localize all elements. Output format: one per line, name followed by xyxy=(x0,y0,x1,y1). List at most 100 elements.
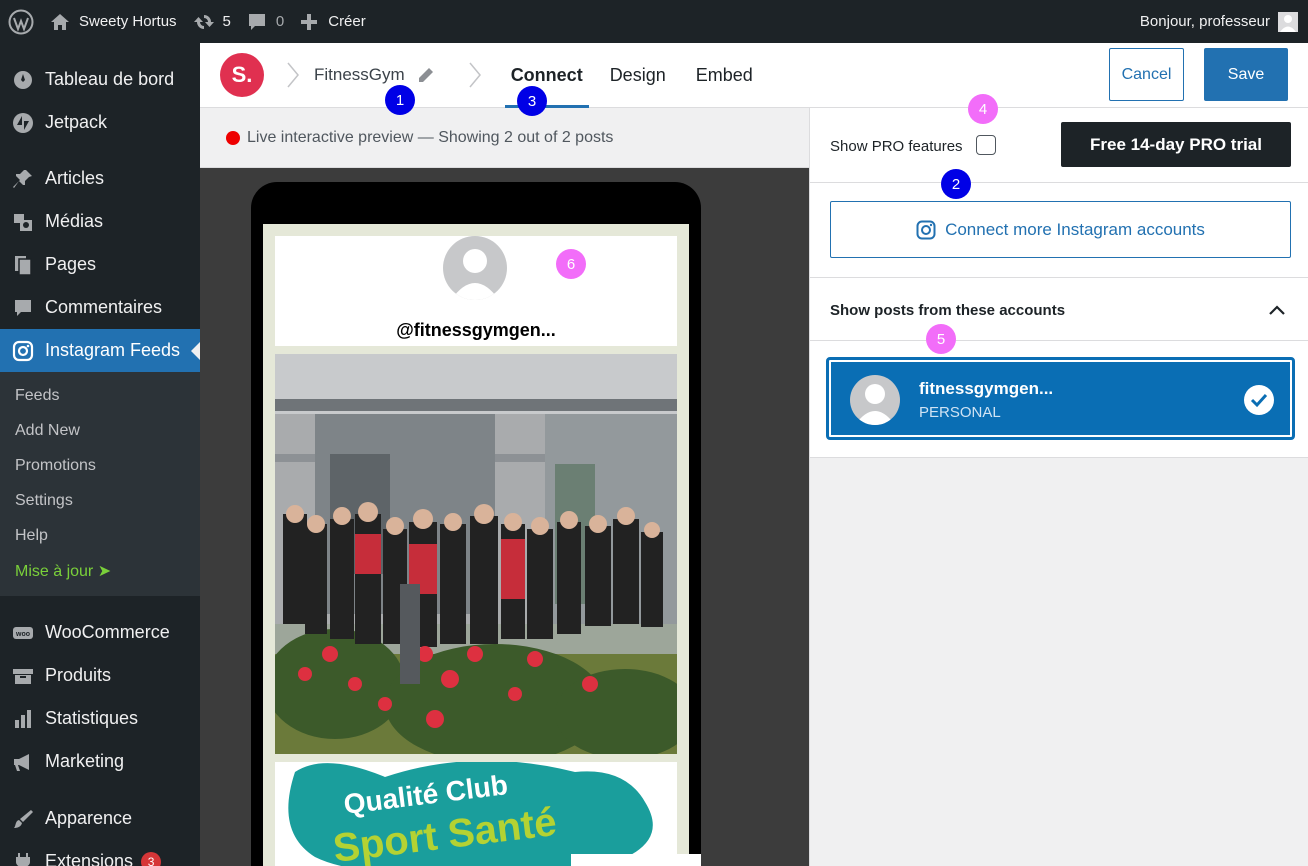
feed-post-photo[interactable] xyxy=(275,354,677,754)
feed-preview-area: @fitnessgymgen... Qualité Club Sport San… xyxy=(200,168,809,866)
accounts-section-title: Show posts from these accounts xyxy=(830,302,1066,319)
sidebar-item-label: Commentaires xyxy=(45,297,163,317)
feed-name: FitnessGym xyxy=(314,65,405,84)
profile-avatar[interactable] xyxy=(443,236,507,300)
connect-instagram-button[interactable]: Connect more Instagram accounts xyxy=(830,201,1291,258)
section-divider xyxy=(810,340,1308,341)
comments-link[interactable]: 0 xyxy=(239,0,292,43)
sidebar-item-label: Statistiques xyxy=(45,708,139,728)
sidebar-item-label: Apparence xyxy=(45,808,133,828)
user-greeting: Bonjour, professeur xyxy=(1139,13,1270,30)
show-pro-checkbox[interactable] xyxy=(976,135,996,155)
tab-design[interactable]: Design xyxy=(604,43,672,108)
instagram-icon xyxy=(10,338,36,364)
connect-settings-panel: Show PRO features Free 14-day PRO trial … xyxy=(809,108,1308,866)
refresh-icon xyxy=(193,14,214,29)
comment-bubble-icon xyxy=(248,13,265,30)
smash-balloon-logo: S. xyxy=(220,53,264,97)
jetpack-icon xyxy=(10,110,36,136)
plugin-icon xyxy=(10,849,36,866)
sidebar-item-label: Instagram Feeds xyxy=(45,340,181,360)
annotation-marker-5: 5 xyxy=(926,324,956,354)
annotation-marker-6: 6 xyxy=(556,249,586,279)
brush-icon xyxy=(10,806,36,832)
instagram-icon xyxy=(916,220,936,239)
preview-status-bar: Live interactive preview — Showing 2 out… xyxy=(200,108,809,168)
tab-embed[interactable]: Embed xyxy=(690,43,759,108)
sidebar-item-label: Pages xyxy=(45,254,97,274)
submenu-item-promotions[interactable]: Promotions xyxy=(0,448,200,483)
plus-icon xyxy=(301,13,318,30)
admin-sidebar: Tableau de bord Jetpack Articles Médias … xyxy=(0,43,200,866)
sidebar-item-label: Médias xyxy=(45,211,104,231)
pin-icon xyxy=(10,166,36,192)
sidebar-item-dashboard[interactable]: Tableau de bord xyxy=(0,58,200,101)
submenu-item-add-new[interactable]: Add New xyxy=(0,413,200,448)
chevron-up-icon[interactable] xyxy=(1267,300,1287,320)
accounts-section: Show posts from these accounts fitnessgy… xyxy=(810,278,1308,458)
sidebar-item-label: Articles xyxy=(45,168,105,188)
sidebar-item-medias[interactable]: Médias xyxy=(0,200,200,243)
account-avatar xyxy=(850,375,900,425)
submenu-item-feeds[interactable]: Feeds xyxy=(0,378,200,413)
preview-bottom-tab xyxy=(571,854,701,866)
site-name: Sweety Hortus xyxy=(79,13,177,30)
sidebar-item-comments[interactable]: Commentaires xyxy=(0,286,200,329)
annotation-marker-3: 3 xyxy=(517,86,547,116)
annotation-marker-4: 4 xyxy=(968,94,998,124)
submenu-item-update[interactable]: Mise à jour ➤ xyxy=(0,553,200,588)
admin-bar: Sweety Hortus 5 0 Créer Bonjour, profess… xyxy=(0,0,1308,43)
create-new-link[interactable]: Créer xyxy=(292,0,374,43)
woocommerce-icon: woo xyxy=(10,620,36,646)
chevron-right-icon xyxy=(287,62,299,88)
sidebar-item-instagram-feeds[interactable]: Instagram Feeds xyxy=(0,329,200,372)
comment-icon xyxy=(10,295,36,321)
cancel-button[interactable]: Cancel xyxy=(1109,48,1184,101)
sidebar-item-marketing[interactable]: Marketing xyxy=(0,740,200,783)
profile-username[interactable]: @fitnessgymgen... xyxy=(275,320,677,341)
submenu-item-help[interactable]: Help xyxy=(0,518,200,553)
feed-header: @fitnessgymgen... xyxy=(275,236,677,346)
connect-button-label: Connect more Instagram accounts xyxy=(945,219,1205,239)
stats-icon xyxy=(10,706,36,732)
phone-frame: @fitnessgymgen... Qualité Club Sport San… xyxy=(251,182,701,866)
sidebar-item-label: Extensions xyxy=(45,851,134,866)
save-button[interactable]: Save xyxy=(1204,48,1288,101)
feed-post-graphic[interactable]: Qualité Club Sport Santé xyxy=(275,762,677,866)
create-label: Créer xyxy=(328,13,366,30)
user-avatar xyxy=(1278,11,1298,32)
home-icon xyxy=(51,13,69,30)
feed-editor-header: S. FitnessGym Connect Design Embed Cance… xyxy=(200,43,1308,108)
pro-features-row: Show PRO features Free 14-day PRO trial xyxy=(810,108,1308,183)
sidebar-item-products[interactable]: Produits xyxy=(0,654,200,697)
sidebar-item-woocommerce[interactable]: woo WooCommerce xyxy=(0,611,200,654)
sidebar-item-extensions[interactable]: Extensions 3 xyxy=(0,840,200,866)
checkmark-icon[interactable] xyxy=(1244,385,1274,415)
account-card-selected[interactable]: fitnessgymgen... PERSONAL xyxy=(826,357,1295,440)
sidebar-item-label: WooCommerce xyxy=(45,622,170,642)
sidebar-item-label: Jetpack xyxy=(45,112,108,132)
submenu-item-settings[interactable]: Settings xyxy=(0,483,200,518)
site-name-link[interactable]: Sweety Hortus xyxy=(42,0,185,43)
dashboard-icon xyxy=(10,67,36,93)
account-name: fitnessgymgen... xyxy=(919,379,1054,398)
sidebar-item-jetpack[interactable]: Jetpack xyxy=(0,101,200,144)
show-pro-label: Show PRO features xyxy=(830,138,963,155)
annotation-marker-2: 2 xyxy=(941,169,971,199)
preview-status-text: Live interactive preview — Showing 2 out… xyxy=(247,128,614,146)
pencil-edit-icon[interactable] xyxy=(417,66,435,84)
products-icon xyxy=(10,663,36,689)
free-trial-button[interactable]: Free 14-day PRO trial xyxy=(1061,122,1291,167)
sidebar-item-pages[interactable]: Pages xyxy=(0,243,200,286)
wordpress-logo-icon[interactable] xyxy=(0,0,42,43)
user-account-menu[interactable]: Bonjour, professeur xyxy=(1132,0,1308,43)
sidebar-item-stats[interactable]: Statistiques xyxy=(0,697,200,740)
sidebar-item-appearance[interactable]: Apparence xyxy=(0,797,200,840)
sidebar-item-articles[interactable]: Articles xyxy=(0,157,200,200)
updates-count: 5 xyxy=(222,13,231,30)
phone-screen: @fitnessgymgen... Qualité Club Sport San… xyxy=(263,224,689,866)
sidebar-item-label: Marketing xyxy=(45,751,125,771)
instagram-feeds-submenu: Feeds Add New Promotions Settings Help M… xyxy=(0,372,200,596)
updates-link[interactable]: 5 xyxy=(185,0,239,43)
feed-name-breadcrumb[interactable]: FitnessGym xyxy=(314,65,435,85)
